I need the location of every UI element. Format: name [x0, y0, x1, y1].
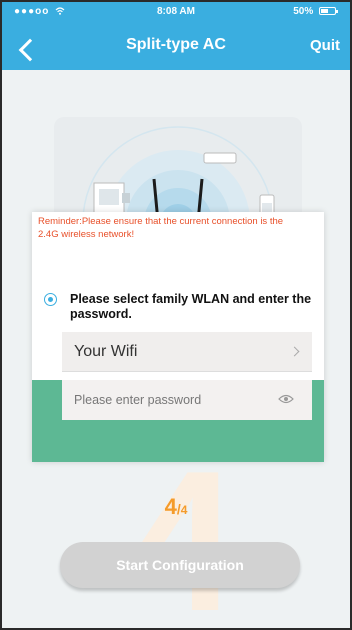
chevron-right-icon — [289, 346, 300, 357]
password-input[interactable] — [62, 380, 272, 420]
battery-status: 50% — [293, 6, 338, 17]
wifi-select-field[interactable]: Your Wifi — [62, 332, 312, 372]
reminder-text: Reminder:Please ensure that the current … — [38, 216, 284, 240]
step-current: 4 — [164, 494, 177, 519]
quit-button[interactable]: Quit — [310, 37, 340, 54]
battery-percent: 50% — [293, 6, 314, 17]
nav-bar: Split-type AC Quit — [2, 22, 350, 70]
instruction-text: Please select family WLAN and enter the … — [70, 292, 312, 321]
wifi-name: Your Wifi — [74, 343, 138, 360]
wifi-setup-card: Please select family WLAN and enter the … — [32, 212, 324, 462]
radio-selected-icon[interactable] — [44, 293, 57, 306]
status-bar: ●●●oo 8:08 AM 50% — [2, 2, 350, 22]
step-total: 4 — [180, 503, 188, 517]
step-indicator: 4/4 — [2, 494, 350, 520]
start-configuration-button[interactable]: Start Configuration — [60, 542, 300, 588]
phone-screen: ●●●oo 8:08 AM 50% Split-type AC Quit Ple… — [0, 0, 352, 630]
page-title: Split-type AC — [126, 36, 226, 53]
battery-icon — [319, 7, 338, 16]
password-field-container — [62, 380, 312, 420]
step-watermark: 4 — [126, 430, 238, 630]
eye-icon[interactable] — [278, 394, 294, 404]
wlan-instruction[interactable]: Please select family WLAN and enter the … — [44, 292, 316, 322]
